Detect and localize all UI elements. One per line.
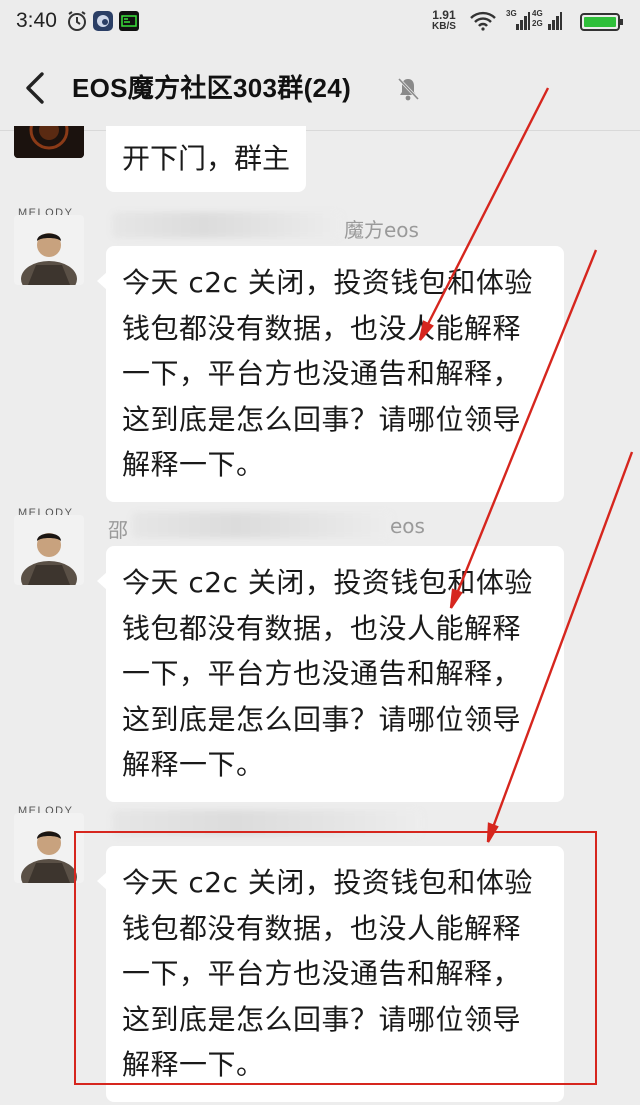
message-bubble: 开下门，群主	[106, 126, 307, 192]
message-line: 这到底是怎么回事？请哪位领导	[122, 402, 522, 436]
back-arrow-icon	[26, 72, 44, 104]
message-line: 钱包都没有数据，也没人能解释	[122, 311, 522, 345]
annotation-highlight-box	[74, 831, 597, 1085]
message-line: 解释一下。	[122, 748, 265, 781]
network-speed: 1.91 KB/S	[432, 8, 456, 32]
speed-value: 1.91	[432, 8, 456, 22]
message-line: 这到底是怎么回事？请哪位领导	[122, 702, 522, 736]
app-icon	[92, 10, 114, 36]
message-bubble: 今天 c2c 关闭，投资钱包和体验 钱包都没有数据，也没人能解释 一下，平台方也…	[97, 546, 564, 802]
chat-title: EOS魔方社区303群(24)	[72, 73, 352, 103]
status-bar: 3:40 1.91 KB/S 3G 4G 2G	[0, 0, 640, 46]
wifi-icon	[470, 11, 496, 35]
status-time: 3:40	[16, 9, 57, 32]
speed-unit: KB/S	[432, 21, 456, 32]
net-label-3: 2G	[532, 19, 543, 28]
avatar[interactable]	[14, 515, 84, 585]
clock-icon	[66, 10, 88, 36]
sender-name-blur	[112, 212, 342, 238]
message-line: 今天 c2c 关闭，投资钱包和体验	[122, 566, 533, 599]
message-line: 今天 c2c 关闭，投资钱包和体验	[122, 266, 533, 299]
message-line: 一下，平台方也没通告和解释，	[122, 357, 522, 390]
sender-name: 魔方eos	[344, 218, 419, 242]
terminal-icon	[118, 10, 140, 36]
message-bubble: 今天 c2c 关闭，投资钱包和体验 钱包都没有数据，也没人能解释 一下，平台方也…	[97, 246, 564, 502]
net-label-2: 4G	[532, 9, 543, 18]
message-line: 钱包都没有数据，也没人能解释	[122, 611, 522, 645]
sender-name-suffix: eos	[390, 514, 425, 538]
battery-icon	[580, 13, 624, 35]
signal-icon	[516, 12, 530, 34]
sender-name-blur	[132, 512, 392, 538]
sender-name-prefix: 邵	[108, 518, 128, 542]
back-button[interactable]	[18, 68, 54, 108]
message-text: 开下门，群主	[122, 142, 291, 175]
avatar[interactable]	[14, 215, 84, 285]
message-line: 一下，平台方也没通告和解释，	[122, 657, 522, 690]
mute-bell-icon	[396, 76, 420, 106]
message-line: 解释一下。	[122, 448, 265, 481]
chat-header: EOS魔方社区303群(24)	[0, 46, 640, 131]
avatar[interactable]	[14, 126, 84, 158]
signal-icon-2	[548, 12, 562, 34]
